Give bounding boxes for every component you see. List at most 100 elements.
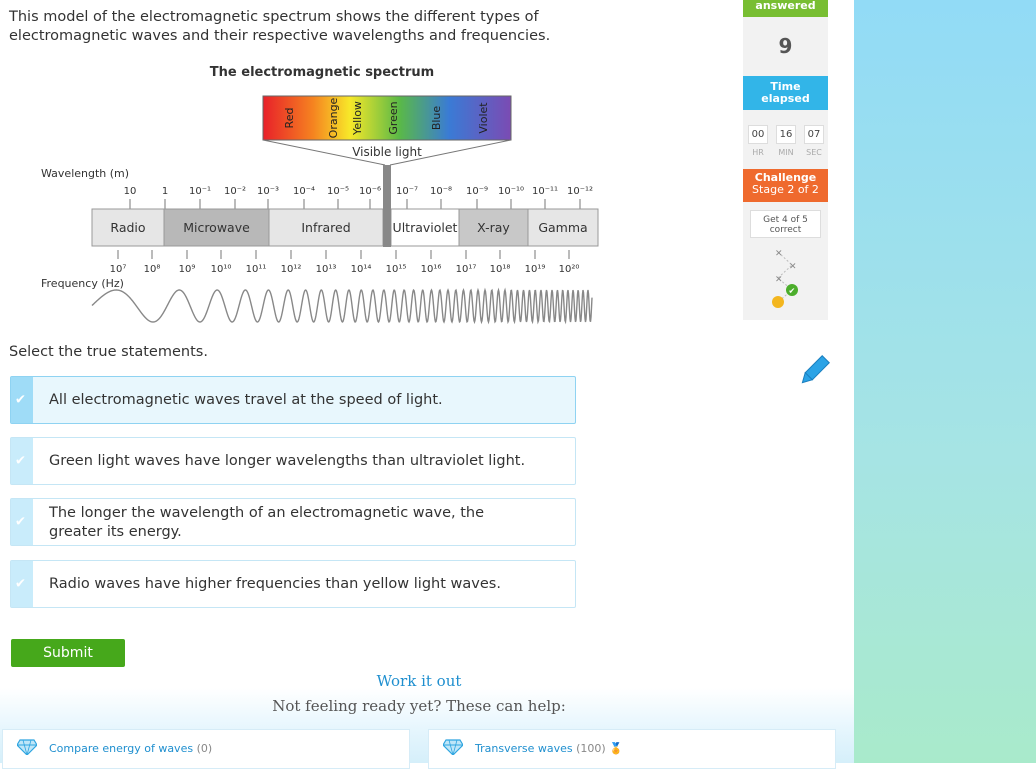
wavelength-tick-label: 10⁻¹ [189, 186, 211, 197]
challenge-header: Challenge Stage 2 of 2 [743, 169, 828, 202]
skill-score: (100) [576, 742, 606, 755]
band-label: Microwave [183, 220, 250, 235]
wavelength-tick-label: 10⁻⁸ [430, 186, 452, 197]
not-ready-text: Not feeling ready yet? These can help: [272, 697, 566, 715]
diagram-title: The electromagnetic spectrum [210, 65, 434, 80]
band-label: Radio [110, 220, 145, 235]
skill-name: Transverse waves [475, 742, 573, 755]
frequency-tick-label: 10¹² [281, 264, 302, 275]
frequency-tick-label: 10¹⁰ [211, 264, 232, 275]
wavelength-tick-label: 10⁻⁷ [396, 186, 418, 197]
goal-box: Get 4 of 5 correct [750, 210, 821, 238]
visible-color-label: Blue [430, 106, 443, 131]
visible-color-label: Green [387, 101, 400, 134]
frequency-tick-label: 10⁸ [144, 264, 161, 275]
checkbox[interactable]: ✔ [11, 438, 33, 484]
svg-text:✔: ✔ [789, 287, 796, 296]
wavelength-tick-label: 10⁻⁹ [466, 186, 488, 197]
pencil-icon[interactable] [795, 354, 831, 390]
frequency-tick-label: 10¹⁸ [490, 264, 511, 275]
min-label: MIN [778, 148, 794, 157]
wrong-mark-icon: ✕ [789, 262, 797, 272]
choice-2-text: Green light waves have longer wavelength… [49, 453, 526, 469]
wavelength-tick-label: 10 [124, 186, 137, 197]
choice-1-text: All electromagnetic waves travel at the … [49, 392, 443, 408]
check-icon: ✔ [15, 576, 26, 592]
submit-button[interactable]: Submit [11, 639, 125, 667]
choice-3[interactable]: ✔ The longer the wavelength of an electr… [10, 498, 576, 546]
skill-link-transverse-waves[interactable]: Transverse waves (100) 🏅 [428, 729, 836, 769]
skill-name: Compare energy of waves [49, 742, 194, 755]
visible-color-label: Red [283, 108, 296, 129]
frequency-tick-label: 10¹⁶ [421, 264, 442, 275]
visible-color-label: Violet [477, 102, 490, 134]
skill-score: (0) [196, 742, 213, 755]
medal-icon: 🏅 [609, 742, 623, 755]
question-prompt: Select the true statements. [9, 344, 208, 360]
choice-1[interactable]: ✔ All electromagnetic waves travel at th… [10, 376, 576, 424]
visible-color-label: Yellow [351, 101, 364, 136]
work-it-out-link[interactable]: Work it out [0, 672, 838, 690]
wavelength-tick-label: 10⁻⁴ [293, 186, 315, 197]
frequency-tick-label: 10⁷ [110, 264, 127, 275]
seconds-value: 07 [804, 125, 824, 144]
answered-count: 9 [778, 34, 793, 58]
hr-label: HR [752, 148, 764, 157]
visible-color-label: Orange [327, 97, 340, 138]
wavelength-tick-label: 10⁻⁵ [327, 186, 349, 197]
wavelength-tick-label: 10⁻⁶ [359, 186, 381, 197]
wavelength-axis-label: Wavelength (m) [41, 167, 129, 180]
wrong-mark-icon: ✕ [775, 249, 783, 259]
frequency-tick-label: 10¹⁷ [456, 264, 477, 275]
band-label: Gamma [538, 220, 587, 235]
goal-line-2: correct [769, 225, 802, 235]
checkbox[interactable]: ✔ [11, 377, 33, 423]
visible-light-label: Visible light [352, 145, 422, 159]
choice-2[interactable]: ✔ Green light waves have longer waveleng… [10, 437, 576, 485]
band-label: Ultraviolet [393, 220, 458, 235]
answered-label: answered [743, 0, 828, 17]
diamond-icon [443, 739, 463, 755]
hours-value: 00 [748, 125, 768, 144]
wavelength-tick-label: 10⁻¹¹ [532, 186, 558, 197]
choice-4[interactable]: ✔ Radio waves have higher frequencies th… [10, 560, 576, 608]
em-spectrum-diagram: The electromagnetic spectrum Red Orange Ye… [40, 60, 610, 330]
frequency-tick-label: 10¹⁹ [525, 264, 546, 275]
sec-label: SEC [806, 148, 822, 157]
current-position-icon [772, 296, 784, 308]
choice-4-text: Radio waves have higher frequencies than… [49, 576, 501, 592]
frequency-tick-label: 10¹⁵ [386, 264, 407, 275]
frequency-axis-label: Frequency (Hz) [41, 277, 124, 290]
frequency-tick-label: 10¹³ [316, 264, 337, 275]
wavelength-tick-label: 10⁻¹² [567, 186, 593, 197]
checkbox[interactable]: ✔ [11, 561, 33, 607]
time-elapsed-header: Time elapsed [743, 76, 828, 110]
goal-line-1: Get 4 of 5 [763, 215, 808, 225]
frequency-tick-label: 10⁹ [179, 264, 196, 275]
wave-illustration [91, 287, 593, 325]
wavelength-tick-label: 10⁻² [224, 186, 246, 197]
progress-path: ✕ ✕ ✕ ✔ [772, 249, 798, 308]
checkbox[interactable]: ✔ [11, 499, 33, 545]
check-icon: ✔ [15, 392, 26, 408]
wavelength-tick-label: 10⁻³ [257, 186, 279, 197]
diamond-icon [17, 739, 37, 755]
wavelength-tick-label: 1 [162, 186, 168, 197]
band-label: Infrared [301, 220, 350, 235]
check-icon: ✔ [15, 453, 26, 469]
minutes-value: 16 [776, 125, 796, 144]
elapsed-label: elapsed [761, 92, 810, 105]
frequency-tick-label: 10²⁰ [559, 264, 580, 275]
question-area: This model of the electromagnetic spectr… [0, 0, 854, 769]
skill-link-compare-energy[interactable]: Compare energy of waves (0) [2, 729, 410, 769]
wrong-mark-icon: ✕ [775, 275, 783, 285]
choice-3-text: The longer the wavelength of an electrom… [49, 505, 485, 540]
frequency-tick-label: 10¹⁴ [351, 264, 372, 275]
question-intro: This model of the electromagnetic spectr… [9, 9, 551, 44]
stage-label: Stage 2 of 2 [752, 183, 819, 196]
right-background [854, 0, 1036, 763]
band-label: X-ray [477, 220, 510, 235]
frequency-tick-label: 10¹¹ [246, 264, 267, 275]
wavelength-tick-label: 10⁻¹⁰ [498, 186, 524, 197]
check-icon: ✔ [15, 514, 26, 530]
